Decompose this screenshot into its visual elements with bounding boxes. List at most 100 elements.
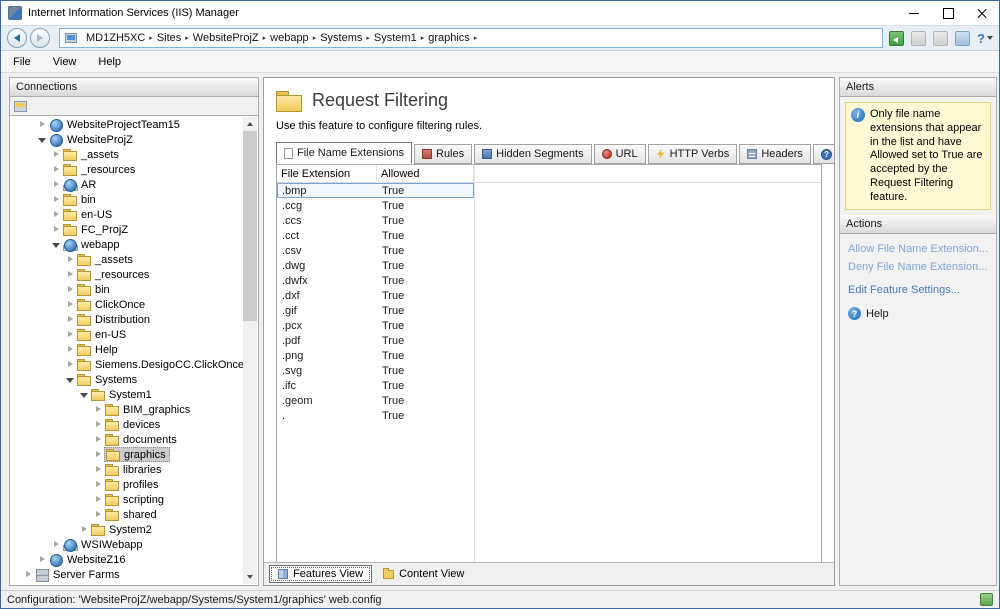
table-row[interactable]: .csvTrue [277, 243, 474, 258]
expand-expander-icon[interactable] [65, 269, 76, 280]
expand-expander-icon[interactable] [51, 539, 62, 550]
menu-file[interactable]: File [9, 56, 41, 68]
tree-item-resources[interactable]: _resources [11, 162, 243, 177]
tree-item-system2[interactable]: System2 [11, 522, 243, 537]
create-connection-icon[interactable] [14, 101, 27, 112]
column-header-file-extension[interactable]: File Extension [277, 165, 377, 182]
table-row[interactable]: .pdfTrue [277, 333, 474, 348]
expand-expander-icon[interactable] [51, 149, 62, 160]
scrollbar-thumb[interactable] [243, 131, 257, 321]
tree-item-clickonce[interactable]: ClickOnce [11, 297, 243, 312]
tree-item-ar[interactable]: AR [11, 177, 243, 192]
table-row[interactable]: .ifcTrue [277, 378, 474, 393]
refresh-icon[interactable] [955, 31, 970, 46]
tree-item-en-us[interactable]: en-US [11, 327, 243, 342]
action-help[interactable]: ?Help [840, 304, 996, 323]
expand-expander-icon[interactable] [37, 119, 48, 130]
breadcrumb[interactable]: MD1ZH5XC▸Sites▸WebsiteProjZ▸webapp▸Syste… [59, 28, 883, 48]
expand-expander-icon[interactable] [65, 359, 76, 370]
tab-features-view[interactable]: Features View [269, 565, 372, 583]
tree-item-libraries[interactable]: libraries [11, 462, 243, 477]
column-header-allowed[interactable]: Allowed [377, 165, 474, 182]
tree-item-en-us[interactable]: en-US [11, 207, 243, 222]
table-row[interactable]: .geomTrue [277, 393, 474, 408]
tree-item-systems[interactable]: Systems [11, 372, 243, 387]
tree-item-websiteprojz[interactable]: WebsiteProjZ [11, 132, 243, 147]
scroll-down-icon[interactable] [243, 570, 257, 584]
collapse-expander-icon[interactable] [37, 134, 48, 145]
back-button[interactable] [7, 28, 27, 48]
tree-item-shared[interactable]: shared [11, 507, 243, 522]
expand-expander-icon[interactable] [65, 329, 76, 340]
table-row[interactable]: .pngTrue [277, 348, 474, 363]
tab-query-strings[interactable]: ?Query Strings [813, 144, 834, 164]
table-row[interactable]: .ccgTrue [277, 198, 474, 213]
breadcrumb-item-systems[interactable]: Systems [317, 32, 365, 44]
expand-expander-icon[interactable] [93, 419, 104, 430]
breadcrumb-item-graphics[interactable]: graphics [425, 32, 473, 44]
expand-expander-icon[interactable] [23, 569, 34, 580]
tree-item-webapp[interactable]: webapp [11, 237, 243, 252]
tree-item-siemens-desigocc-clickonce[interactable]: Siemens.DesigoCC.ClickOnce [11, 357, 243, 372]
table-row[interactable]: .gifTrue [277, 303, 474, 318]
tree-item-websiteprojectteam15[interactable]: WebsiteProjectTeam15 [11, 117, 243, 132]
expand-expander-icon[interactable] [51, 194, 62, 205]
expand-expander-icon[interactable] [93, 494, 104, 505]
expand-expander-icon[interactable] [93, 464, 104, 475]
minimize-button[interactable] [897, 1, 931, 25]
table-row[interactable]: .svgTrue [277, 363, 474, 378]
close-button[interactable] [965, 1, 999, 25]
tree-item-profiles[interactable]: profiles [11, 477, 243, 492]
tree-item-graphics[interactable]: graphics [11, 447, 243, 462]
forward-button[interactable] [30, 28, 50, 48]
expand-expander-icon[interactable] [65, 284, 76, 295]
tree-item-fc-projz[interactable]: FC_ProjZ [11, 222, 243, 237]
tree-item-scripting[interactable]: scripting [11, 492, 243, 507]
tree-item-wsiwebapp[interactable]: WSIWebapp [11, 537, 243, 552]
breadcrumb-item-webapp[interactable]: webapp [267, 32, 312, 44]
expand-expander-icon[interactable] [79, 524, 90, 535]
table-row[interactable]: .bmpTrue [277, 183, 474, 198]
tree-item-bin[interactable]: bin [11, 282, 243, 297]
tree-item-distribution[interactable]: Distribution [11, 312, 243, 327]
menu-view[interactable]: View [49, 56, 87, 68]
tree-item-assets[interactable]: _assets [11, 252, 243, 267]
tree-item-documents[interactable]: documents [11, 432, 243, 447]
collapse-expander-icon[interactable] [51, 239, 62, 250]
tree-item-bin[interactable]: bin [11, 192, 243, 207]
table-row[interactable]: .dxfTrue [277, 288, 474, 303]
expand-expander-icon[interactable] [51, 224, 62, 235]
tree-item-bim-graphics[interactable]: BIM_graphics [11, 402, 243, 417]
expand-expander-icon[interactable] [93, 479, 104, 490]
tab-content-view[interactable]: Content View [375, 566, 472, 582]
tree-item-server-farms[interactable]: Server Farms [11, 567, 243, 582]
expand-expander-icon[interactable] [51, 209, 62, 220]
tree-item-help[interactable]: Help [11, 342, 243, 357]
expand-expander-icon[interactable] [51, 164, 62, 175]
expand-expander-icon[interactable] [93, 449, 104, 460]
tab-rules[interactable]: Rules [414, 144, 472, 164]
menu-help[interactable]: Help [94, 56, 131, 68]
tab-url[interactable]: URL [594, 144, 646, 164]
expand-expander-icon[interactable] [65, 314, 76, 325]
tree-item-websitez16[interactable]: WebsiteZ16 [11, 552, 243, 567]
table-row[interactable]: .pcxTrue [277, 318, 474, 333]
table-row[interactable]: .ccsTrue [277, 213, 474, 228]
expand-expander-icon[interactable] [93, 404, 104, 415]
breadcrumb-item-system1[interactable]: System1 [371, 32, 420, 44]
expand-expander-icon[interactable] [93, 509, 104, 520]
help-menu-button[interactable]: ? [977, 31, 993, 46]
action-allow-file-name-extension[interactable]: Allow File Name Extension... [840, 240, 996, 258]
tree-item-assets[interactable]: _assets [11, 147, 243, 162]
table-row[interactable]: .dwfxTrue [277, 273, 474, 288]
tab-file-name-extensions[interactable]: File Name Extensions [276, 142, 412, 164]
scroll-up-icon[interactable] [243, 117, 257, 131]
expand-expander-icon[interactable] [51, 179, 62, 190]
tab-hidden-segments[interactable]: Hidden Segments [474, 144, 591, 164]
expand-expander-icon[interactable] [65, 344, 76, 355]
action-deny-file-name-extension[interactable]: Deny File Name Extension... [840, 258, 996, 276]
expand-expander-icon[interactable] [93, 434, 104, 445]
table-row[interactable]: .cctTrue [277, 228, 474, 243]
browse-site-icon[interactable] [889, 31, 904, 46]
breadcrumb-item-md1zh5xc[interactable]: MD1ZH5XC [83, 32, 148, 44]
